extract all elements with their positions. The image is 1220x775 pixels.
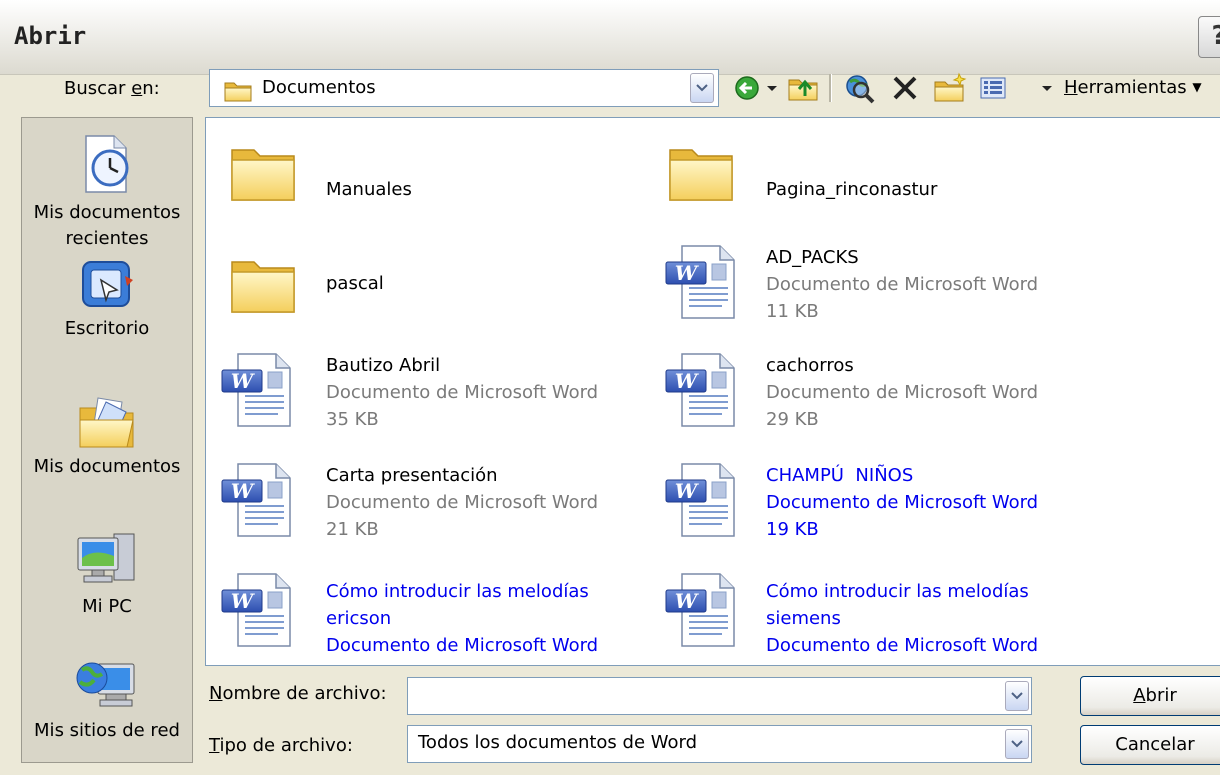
file-name: Pagina_rinconastur [766, 179, 938, 200]
filename-dropdown-button[interactable] [1005, 681, 1029, 711]
up-folder-icon[interactable] [787, 72, 821, 104]
back-icon[interactable] [733, 72, 763, 104]
back-dropdown-icon[interactable] [765, 72, 779, 104]
cancel-button[interactable]: Cancelar [1080, 725, 1220, 765]
open-button[interactable]: Abrir [1080, 676, 1220, 716]
file-name: Manuales [326, 179, 412, 200]
place-my-documents[interactable]: Mis documentos [22, 394, 192, 480]
word-doc-icon [662, 570, 742, 650]
file-list[interactable]: Manuales Pagina_rinconastur pascal AD_PA… [205, 117, 1220, 666]
network-places-icon [76, 662, 135, 707]
file-size: 11 KB [766, 301, 819, 322]
lookin-value: Documentos [262, 77, 376, 98]
help-button[interactable]: ? [1198, 16, 1220, 58]
file-name: AD_PACKS [766, 247, 859, 268]
filename-label: Nombre de archivo: [209, 683, 387, 704]
my-documents-icon [79, 397, 134, 448]
place-label: Mis documentos [33, 456, 181, 477]
file-size: 19 KB [766, 519, 819, 540]
tools-menu-button[interactable]: Herramientas ▼ [1064, 77, 1202, 98]
new-folder-icon[interactable] [932, 72, 968, 104]
file-name: cachorros [766, 355, 854, 376]
search-web-icon[interactable] [843, 72, 877, 104]
file-name: CHAMPÚ NIÑOS [766, 465, 914, 486]
place-network[interactable]: Mis sitios de red [22, 654, 192, 744]
folder-icon [228, 136, 298, 206]
place-my-computer[interactable]: Mi PC [22, 528, 192, 620]
place-desktop[interactable]: Escritorio [22, 256, 192, 342]
word-doc-icon [662, 460, 742, 540]
desktop-icon [82, 261, 133, 307]
places-bar: Mis documentos recientes Escritorio Mis … [21, 117, 193, 763]
word-doc-icon [218, 460, 298, 540]
lookin-label: Buscar en: [64, 78, 160, 99]
folder-icon [666, 136, 736, 206]
window-title: Abrir [14, 22, 87, 50]
file-type: Documento de Microsoft Word [326, 492, 599, 513]
filetype-value: Todos los documentos de Word [418, 732, 698, 753]
file-name: Carta presentación [326, 465, 498, 486]
views-dropdown-icon[interactable] [1040, 72, 1054, 104]
place-label: Mi PC [82, 596, 132, 617]
tools-label: Herramientas [1064, 77, 1187, 98]
place-label: Mis sitios de red [34, 720, 180, 741]
chevron-down-icon [1011, 692, 1023, 700]
file-name-line2: ericson [326, 608, 392, 629]
chevron-down-icon [696, 84, 708, 92]
filetype-label: Tipo de archivo: [209, 735, 353, 756]
file-name: pascal [326, 273, 384, 294]
word-doc-icon [662, 350, 742, 430]
views-icon[interactable] [978, 72, 1008, 104]
folder-icon [224, 82, 252, 102]
filename-combobox[interactable] [407, 677, 1032, 715]
file-type: Documento de Microsoft Word [766, 492, 1039, 513]
toolbar-separator [829, 74, 832, 102]
recent-docs-icon [85, 135, 129, 193]
file-type: Documento de Microsoft Word [326, 635, 599, 656]
file-name: Bautizo Abril [326, 355, 441, 376]
file-type: Documento de Microsoft Word [766, 274, 1039, 295]
chevron-down-icon: ▼ [1192, 80, 1202, 94]
word-doc-icon [218, 350, 298, 430]
lookin-combobox[interactable]: Documentos [209, 69, 719, 107]
filetype-combobox[interactable]: Todos los documentos de Word [407, 725, 1032, 763]
place-label: Mis documentos recientes [33, 202, 181, 249]
title-bar: Abrir ? [0, 0, 1220, 75]
folder-icon [228, 248, 298, 318]
chevron-down-icon [1011, 740, 1023, 748]
file-type: Documento de Microsoft Word [766, 382, 1039, 403]
file-type: Documento de Microsoft Word [766, 635, 1039, 656]
lookin-dropdown-button[interactable] [690, 73, 714, 103]
file-size: 29 KB [766, 409, 819, 430]
file-size: 21 KB [326, 519, 379, 540]
delete-icon[interactable] [889, 72, 921, 104]
file-name-line2: siemens [766, 608, 841, 629]
file-name: Cómo introducir las melodías [326, 581, 589, 602]
word-doc-icon [218, 570, 298, 650]
place-recent-documents[interactable]: Mis documentos recientes [22, 132, 192, 252]
my-computer-icon [77, 533, 135, 583]
file-name: Cómo introducir las melodías [766, 581, 1029, 602]
file-type: Documento de Microsoft Word [326, 382, 599, 403]
file-size: 35 KB [326, 409, 379, 430]
filetype-dropdown-button[interactable] [1005, 729, 1029, 759]
place-label: Escritorio [64, 318, 150, 339]
word-doc-icon [662, 242, 742, 322]
